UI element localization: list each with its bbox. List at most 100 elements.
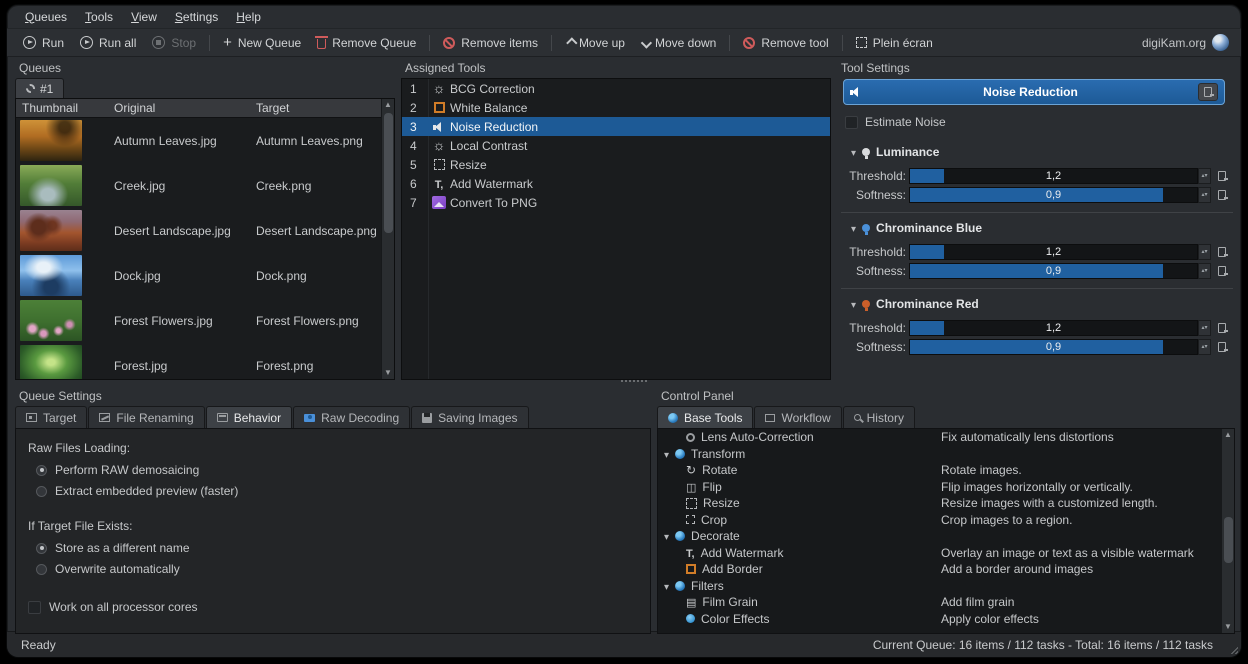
tree-item-flip[interactable]: Flip Flip images horizontally or vertica… (658, 479, 1234, 496)
reset-icon[interactable] (1218, 247, 1226, 257)
tree-item-add-border[interactable]: Add Border Add a border around images (658, 561, 1234, 578)
queue-tab-1[interactable]: #1 (15, 78, 64, 98)
reset-tool-settings-button[interactable] (1198, 83, 1218, 101)
tree-category-filters[interactable]: Filters (658, 578, 1234, 595)
fullscreen-button[interactable]: Plein écran (848, 33, 941, 53)
tab-target[interactable]: Target (15, 406, 87, 428)
tab-raw-decoding[interactable]: Raw Decoding (293, 406, 410, 428)
reset-icon[interactable] (1218, 266, 1226, 276)
chrominance-blue-section-header[interactable]: Chrominance Blue (851, 221, 1233, 235)
softness-spinner[interactable]: ▴▾ (1198, 263, 1211, 279)
radio-perform-raw-demosaicing[interactable]: Perform RAW demosaicing (36, 463, 638, 477)
threshold-spinner[interactable]: ▴▾ (1198, 244, 1211, 260)
column-header-target[interactable]: Target (250, 99, 394, 117)
menu-settings[interactable]: Settings (167, 7, 226, 27)
scrollbar-thumb[interactable] (384, 113, 393, 233)
assigned-tool-noise-reduction[interactable]: 3 Noise Reduction (402, 117, 830, 136)
remove-tool-button[interactable]: Remove tool (735, 33, 836, 53)
softness-slider[interactable]: 0,9 (909, 339, 1198, 355)
collapse-arrow-icon[interactable] (851, 297, 856, 311)
estimate-noise-option[interactable]: Estimate Noise (845, 115, 1227, 129)
softness-slider[interactable]: 0,9 (909, 263, 1198, 279)
assigned-tool-bcg-correction[interactable]: 1 BCG Correction (402, 79, 830, 98)
new-queue-button[interactable]: New Queue (215, 33, 309, 53)
collapse-arrow-icon[interactable] (851, 221, 856, 235)
softness-slider[interactable]: 0,9 (909, 187, 1198, 203)
tab-workflow[interactable]: Workflow (754, 406, 841, 428)
estimate-noise-checkbox[interactable] (845, 116, 858, 129)
table-row[interactable]: Creek.jpg Creek.png (16, 163, 394, 208)
reset-icon[interactable] (1218, 190, 1226, 200)
menu-view[interactable]: View (123, 7, 165, 27)
move-up-button[interactable]: Move up (557, 33, 633, 53)
run-all-button[interactable]: Run all (72, 33, 144, 53)
threshold-spinner[interactable]: ▴▾ (1198, 168, 1211, 184)
radio-icon[interactable] (36, 486, 47, 497)
tree-item-add-watermark[interactable]: Add Watermark Overlay an image or text a… (658, 545, 1234, 562)
tab-file-renaming[interactable]: File Renaming (88, 406, 204, 428)
tree-category-decorate[interactable]: Decorate (658, 528, 1234, 545)
radio-store-different-name[interactable]: Store as a different name (36, 541, 638, 555)
table-row[interactable]: Autumn Leaves.jpg Autumn Leaves.png (16, 118, 394, 163)
luminance-section-header[interactable]: Luminance (851, 145, 1233, 159)
menu-tools[interactable]: Tools (77, 7, 121, 27)
assigned-tool-convert-to-png[interactable]: 7 Convert To PNG (402, 193, 830, 212)
digikam-brand-link[interactable]: digiKam.org (1142, 34, 1233, 51)
move-down-button[interactable]: Move down (633, 33, 724, 53)
work-on-all-cores-checkbox[interactable] (28, 601, 41, 614)
tree-item-film-grain[interactable]: Film Grain Add film grain (658, 594, 1234, 611)
tab-saving-images[interactable]: Saving Images (411, 406, 528, 428)
softness-spinner[interactable]: ▴▾ (1198, 187, 1211, 203)
tab-behavior[interactable]: Behavior (206, 406, 292, 428)
control-panel-scrollbar[interactable]: ▲ ▼ (1221, 429, 1234, 633)
table-row[interactable]: Forest Flowers.jpg Forest Flowers.png (16, 298, 394, 343)
stop-button[interactable]: Stop (144, 33, 204, 53)
threshold-spinner[interactable]: ▴▾ (1198, 320, 1211, 336)
radio-icon[interactable] (36, 465, 47, 476)
collapse-arrow-icon[interactable] (664, 447, 669, 461)
collapse-arrow-icon[interactable] (664, 579, 669, 593)
assigned-tool-add-watermark[interactable]: 6 Add Watermark (402, 174, 830, 193)
horizontal-splitter[interactable] (7, 377, 1241, 385)
radio-icon[interactable] (36, 543, 47, 554)
tree-item-lens-auto-correction[interactable]: Lens Auto-Correction Fix automatically l… (658, 429, 1234, 446)
reset-icon[interactable] (1218, 171, 1226, 181)
table-row[interactable]: Forest.jpg Forest.png (16, 343, 394, 380)
collapse-arrow-icon[interactable] (664, 529, 669, 543)
tab-history[interactable]: History (843, 406, 915, 428)
assigned-tool-resize[interactable]: 5 Resize (402, 155, 830, 174)
tree-item-color-effects[interactable]: Color Effects Apply color effects (658, 611, 1234, 628)
queue-table-scrollbar[interactable]: ▲ ▼ (381, 99, 394, 379)
chrominance-red-section-header[interactable]: Chrominance Red (851, 297, 1233, 311)
table-row[interactable]: Dock.jpg Dock.png (16, 253, 394, 298)
radio-overwrite-automatically[interactable]: Overwrite automatically (36, 562, 638, 576)
tab-base-tools[interactable]: Base Tools (657, 406, 753, 428)
column-header-thumbnail[interactable]: Thumbnail (16, 99, 108, 117)
scroll-down-arrow-icon[interactable]: ▼ (1222, 621, 1234, 633)
remove-queue-button[interactable]: Remove Queue (309, 33, 424, 53)
collapse-arrow-icon[interactable] (851, 145, 856, 159)
softness-spinner[interactable]: ▴▾ (1198, 339, 1211, 355)
tree-item-rotate[interactable]: Rotate Rotate images. (658, 462, 1234, 479)
column-header-original[interactable]: Original (108, 99, 250, 117)
work-on-all-cores-option[interactable]: Work on all processor cores (28, 600, 638, 614)
remove-items-button[interactable]: Remove items (435, 33, 546, 53)
threshold-slider[interactable]: 1,2 (909, 168, 1198, 184)
radio-icon[interactable] (36, 564, 47, 575)
scroll-up-arrow-icon[interactable]: ▲ (1222, 429, 1234, 441)
menu-help[interactable]: Help (228, 7, 269, 27)
scroll-up-arrow-icon[interactable]: ▲ (382, 99, 394, 111)
menu-queues[interactable]: Queues (17, 7, 75, 27)
tree-category-transform[interactable]: Transform (658, 446, 1234, 463)
scrollbar-thumb[interactable] (1224, 517, 1233, 563)
tree-item-crop[interactable]: Crop Crop images to a region. (658, 512, 1234, 529)
tree-item-resize[interactable]: Resize Resize images with a customized l… (658, 495, 1234, 512)
threshold-slider[interactable]: 1,2 (909, 320, 1198, 336)
assigned-tool-white-balance[interactable]: 2 White Balance (402, 98, 830, 117)
run-button[interactable]: Run (15, 33, 72, 53)
reset-icon[interactable] (1218, 342, 1226, 352)
reset-icon[interactable] (1218, 323, 1226, 333)
table-row[interactable]: Desert Landscape.jpg Desert Landscape.pn… (16, 208, 394, 253)
radio-extract-embedded-preview[interactable]: Extract embedded preview (faster) (36, 484, 638, 498)
threshold-slider[interactable]: 1,2 (909, 244, 1198, 260)
